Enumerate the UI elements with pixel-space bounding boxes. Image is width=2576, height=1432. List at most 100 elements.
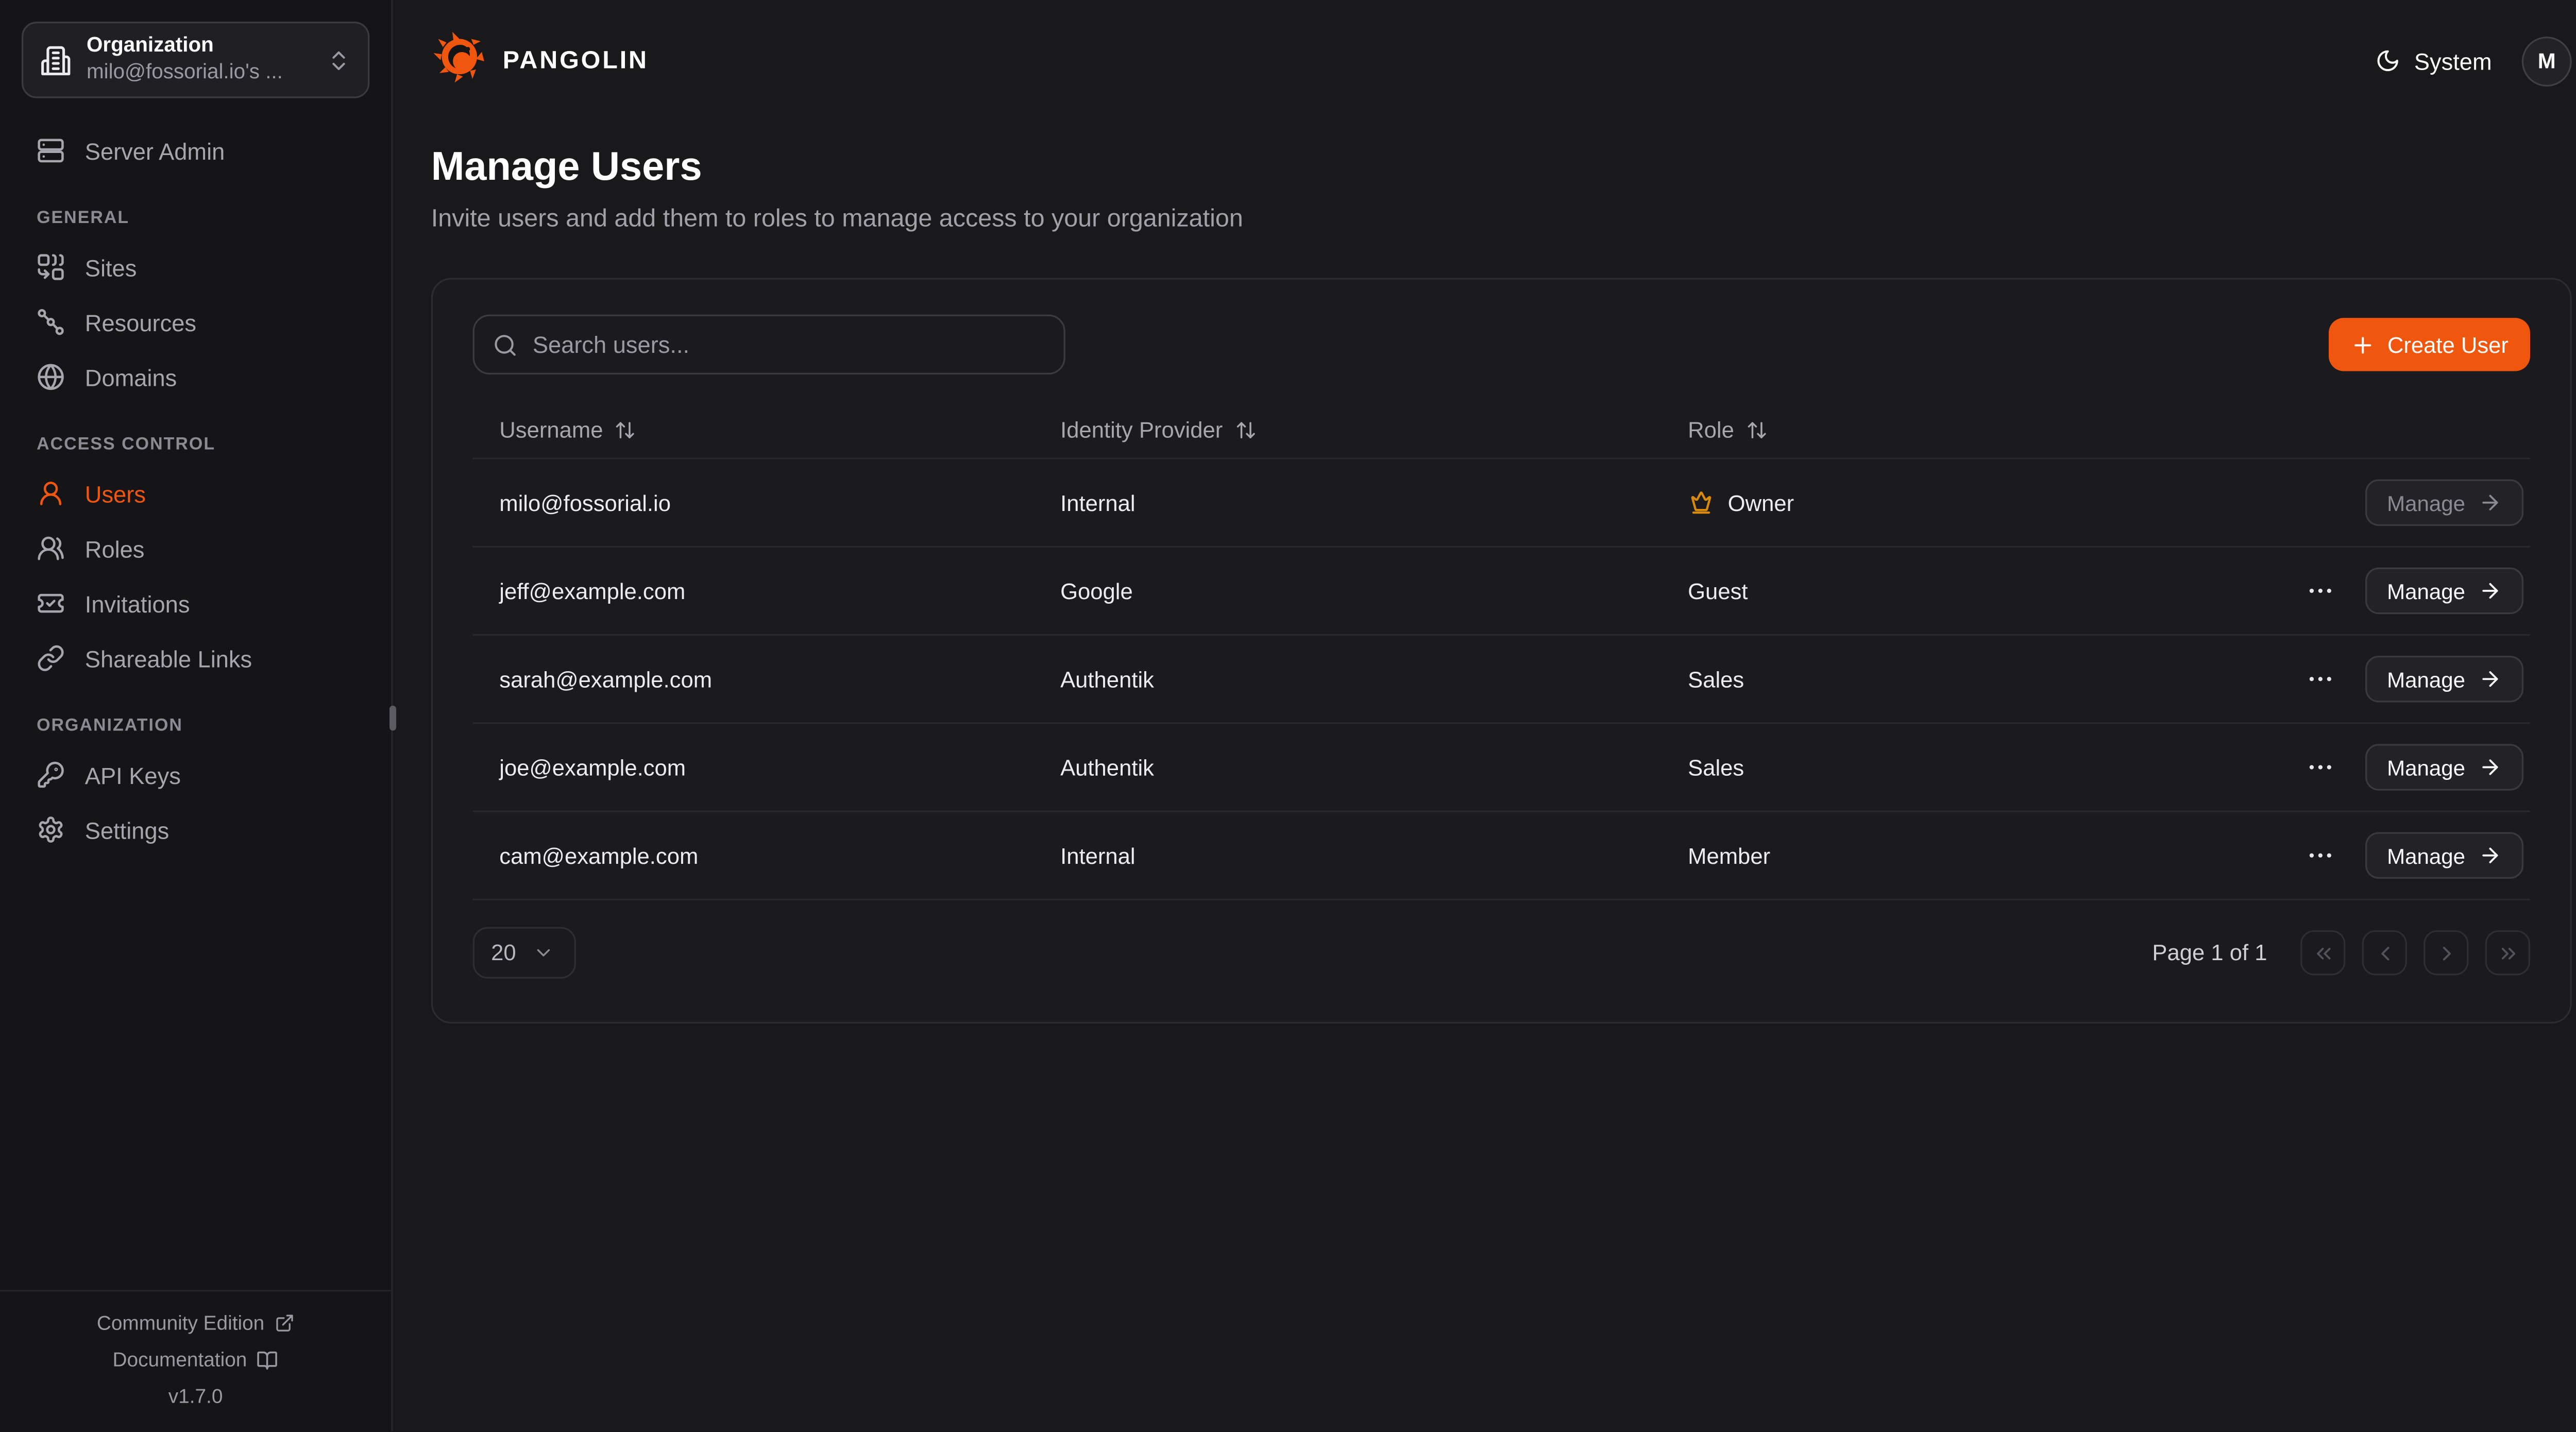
arrow-right-icon: [2479, 756, 2502, 779]
gear-icon: [37, 815, 65, 844]
manage-button[interactable]: Manage: [2365, 832, 2523, 878]
community-edition-link[interactable]: Community Edition: [97, 1311, 295, 1335]
actions-cell: Manage: [2222, 656, 2530, 702]
org-selector[interactable]: Organization milo@fossorial.io's ...: [22, 22, 369, 98]
sidebar-section-general: GENERAL: [37, 208, 369, 228]
last-page-button[interactable]: [2485, 930, 2530, 975]
table-header-row: Username Identity Provider Role: [473, 401, 2530, 459]
page-size-select[interactable]: 20: [473, 927, 576, 979]
chevron-right-icon: [2434, 941, 2458, 964]
arrow-right-icon: [2479, 491, 2502, 514]
search-input[interactable]: [533, 331, 1045, 358]
first-page-button[interactable]: [2300, 930, 2345, 975]
sidebar-item-label: Shareable Links: [85, 645, 252, 672]
create-user-label: Create User: [2387, 332, 2509, 357]
pagination-buttons: [2300, 930, 2530, 975]
building-icon: [40, 44, 72, 76]
plus-icon: [2351, 332, 2376, 357]
sidebar-item-label: Server Admin: [85, 138, 225, 164]
row-menu-button[interactable]: [2299, 657, 2342, 701]
page-size-value: 20: [491, 940, 516, 965]
manage-button[interactable]: Manage: [2365, 568, 2523, 614]
sidebar-item-invitations[interactable]: Invitations: [22, 576, 369, 631]
external-link-icon: [275, 1313, 295, 1333]
sidebar-item-resources[interactable]: Resources: [22, 295, 369, 350]
main-area: PANGOLIN System M Manage Users Invite us…: [393, 0, 2576, 1431]
users-round-icon: [37, 534, 65, 562]
sidebar-item-sites[interactable]: Sites: [22, 240, 369, 295]
manage-button[interactable]: Manage: [2365, 479, 2523, 525]
sidebar-item-label: Domains: [85, 364, 177, 390]
role-cell: Sales: [1661, 755, 2222, 779]
actions-cell: Manage: [2222, 744, 2530, 790]
ticket-check-icon: [37, 589, 65, 618]
manage-button[interactable]: Manage: [2365, 656, 2523, 702]
users-toolbar: Create User: [473, 315, 2530, 374]
identity-provider-cell: Google: [1033, 578, 1661, 603]
sidebar: Organization milo@fossorial.io's ... Ser…: [0, 0, 393, 1431]
role-label: Sales: [1688, 755, 1744, 779]
page-title: Manage Users: [431, 145, 2572, 191]
sidebar-resize-handle[interactable]: [389, 706, 396, 730]
sidebar-item-shareable-links[interactable]: Shareable Links: [22, 631, 369, 686]
table-row: joe@example.comAuthentikSalesManage: [473, 724, 2530, 812]
page-head: Manage Users Invite users and add them t…: [431, 145, 2572, 233]
table-footer: 20 Page 1 of 1: [473, 927, 2530, 979]
next-page-button[interactable]: [2424, 930, 2468, 975]
combine-icon: [37, 253, 65, 281]
version-label: v1.7.0: [168, 1385, 223, 1408]
row-menu-button[interactable]: [2299, 745, 2342, 789]
arrow-up-down-icon: [1234, 419, 1256, 440]
org-selector-texts: Organization milo@fossorial.io's ...: [87, 34, 311, 86]
sidebar-item-api-keys[interactable]: API Keys: [22, 747, 369, 803]
sidebar-item-users[interactable]: Users: [22, 466, 369, 521]
sidebar-item-label: Settings: [85, 816, 169, 843]
sidebar-item-server-admin[interactable]: Server Admin: [22, 123, 369, 178]
table-row: jeff@example.comGoogleGuestManage: [473, 548, 2530, 636]
sidebar-nav: Server Admin GENERAL SitesResources Domains…: [0, 120, 391, 1290]
sidebar-item-label: Roles: [85, 535, 145, 562]
role-label: Owner: [1728, 490, 1794, 515]
username-cell: jeff@example.com: [473, 578, 1034, 603]
column-header-username[interactable]: Username: [473, 417, 1034, 441]
sidebar-item-settings[interactable]: Settings: [22, 802, 369, 857]
sidebar-footer: Community Edition Documentation v1.7.0: [0, 1290, 391, 1431]
manage-label: Manage: [2387, 578, 2465, 603]
column-label: Identity Provider: [1060, 417, 1223, 441]
row-menu-button[interactable]: [2299, 834, 2342, 877]
book-open-icon: [257, 1349, 279, 1371]
brand[interactable]: PANGOLIN: [431, 28, 649, 93]
role-cell: Sales: [1661, 667, 2222, 691]
pagination: Page 1 of 1: [2152, 930, 2530, 975]
create-user-button[interactable]: Create User: [2329, 318, 2530, 371]
column-header-role[interactable]: Role: [1661, 417, 2222, 441]
sidebar-item-label: API Keys: [85, 761, 181, 788]
manage-label: Manage: [2387, 843, 2465, 867]
manage-label: Manage: [2387, 490, 2465, 515]
identity-provider-cell: Authentik: [1033, 755, 1661, 779]
moon-icon: [2376, 48, 2401, 73]
link-icon: [37, 644, 65, 672]
avatar[interactable]: M: [2522, 36, 2572, 86]
sidebar-item-label: Users: [85, 480, 146, 507]
table-row: sarah@example.comAuthentikSalesManage: [473, 636, 2530, 724]
column-header-identity-provider[interactable]: Identity Provider: [1033, 417, 1661, 441]
sidebar-section-organization: ORGANIZATION: [37, 715, 369, 736]
topbar-right: System M: [2376, 36, 2572, 86]
user-round-icon: [37, 479, 65, 507]
page-subtitle: Invite users and add them to roles to ma…: [431, 204, 2572, 233]
documentation-link[interactable]: Documentation: [113, 1348, 279, 1371]
role-label: Member: [1688, 843, 1770, 867]
sidebar-item-domains[interactable]: Domains: [22, 349, 369, 404]
identity-provider-cell: Authentik: [1033, 667, 1661, 691]
prev-page-button[interactable]: [2362, 930, 2407, 975]
chevrons-left-icon: [2311, 941, 2334, 964]
manage-button[interactable]: Manage: [2365, 744, 2523, 790]
waypoints-icon: [37, 308, 65, 336]
table-body: milo@fossorial.ioInternalOwnerManagejeff…: [473, 459, 2530, 900]
row-menu-button[interactable]: [2299, 569, 2342, 612]
pangolin-logo-icon: [431, 28, 488, 93]
sidebar-item-roles[interactable]: Roles: [22, 521, 369, 576]
chevron-down-icon: [533, 942, 554, 964]
theme-toggle[interactable]: System: [2376, 47, 2492, 74]
